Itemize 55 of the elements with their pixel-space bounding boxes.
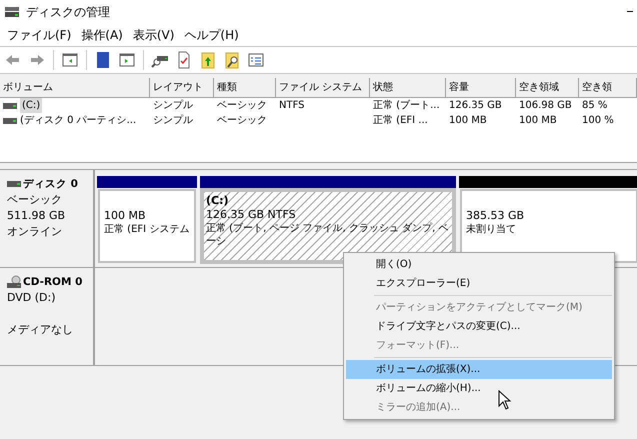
menu-item[interactable]: ヘルプ(H) xyxy=(179,26,244,44)
table-cell-text: ベーシック xyxy=(217,99,267,113)
table-cell-text: 126.35 GB xyxy=(449,99,502,113)
menu-item[interactable]: 表示(V) xyxy=(128,26,180,44)
disk-detail: ベーシック xyxy=(7,192,63,208)
context-menu-item[interactable]: エクスプローラー(E) xyxy=(346,274,612,293)
partition-box[interactable]: 100 MB 正常 (EFI システム xyxy=(98,189,196,263)
minimize-icon[interactable] xyxy=(627,11,633,13)
column-header[interactable]: 状態 xyxy=(370,78,446,98)
partition-size: 385.53 GB xyxy=(466,209,526,223)
app-icon xyxy=(4,6,20,18)
menu-item[interactable]: ファイル(F) xyxy=(2,26,76,44)
menu-item[interactable]: 操作(A) xyxy=(76,26,128,44)
table-cell-text: NTFS xyxy=(279,99,305,113)
column-header[interactable]: 種類 xyxy=(214,78,276,98)
disk-name: ディスク 0 xyxy=(23,177,78,192)
table-cell-text: ベーシック xyxy=(217,114,267,128)
table-cell-text: 100 MB xyxy=(519,114,557,128)
disk-detail: DVD (D:) xyxy=(7,290,57,306)
table-cell-text: 正常 (EFI ... xyxy=(373,114,428,128)
table-cell-text: (ディスク 0 パーティシ... xyxy=(20,114,136,128)
partition-label: (C:) xyxy=(206,194,229,208)
disk-info-panel[interactable]: ディスク 0 ベーシック 511.98 GB オンライン xyxy=(0,170,95,267)
table-cell-text: シンプル xyxy=(153,98,193,113)
column-header[interactable]: ファイル システム xyxy=(276,78,370,98)
partition-status: 正常 (ブート, ページ ファイル, クラッシュ ダンプ, ベーシ xyxy=(206,222,450,248)
partition-size: 100 MB xyxy=(104,209,147,223)
context-menu-item[interactable]: ボリュームの拡張(X)... xyxy=(346,360,612,379)
drive-icon xyxy=(3,116,17,124)
partition-status: 正常 (EFI システム xyxy=(104,223,190,236)
table-cell-text: 正常 (ブート... xyxy=(373,98,440,113)
disk-detail: メディアなし xyxy=(7,322,74,338)
column-header[interactable]: 空き領 xyxy=(579,78,637,98)
column-header[interactable]: レイアウト xyxy=(150,78,214,98)
window-title: ディスクの管理 xyxy=(26,4,110,21)
mouse-pointer-icon xyxy=(498,390,511,410)
column-header[interactable]: ボリューム xyxy=(0,78,150,98)
disk-detail: 511.98 GB xyxy=(7,208,66,224)
cd-drive-icon xyxy=(7,275,21,289)
column-header[interactable]: 空き領域 xyxy=(516,78,579,98)
partition-size: 126.35 GB NTFS xyxy=(206,208,297,222)
table-cell-text: 100 % xyxy=(582,114,614,128)
partition-status: 未割り当て xyxy=(466,223,517,236)
disk-name: CD-ROM 0 xyxy=(23,275,82,290)
disk-info-panel[interactable]: CD-ROM 0 DVD (D:) メディアなし xyxy=(0,268,95,365)
table-cell-text: シンプル xyxy=(153,114,193,128)
context-menu-item[interactable]: ドライブ文字とパスの変更(C)... xyxy=(346,317,612,336)
disk-detail: オンライン xyxy=(7,224,63,240)
table-cell-text: 85 % xyxy=(582,99,608,113)
column-header[interactable]: 容量 xyxy=(446,78,516,98)
table-cell-text: 100 MB xyxy=(449,114,487,128)
table-cell: (C:) xyxy=(20,98,42,113)
drive-icon xyxy=(3,102,17,110)
table-cell-text: 106.98 GB xyxy=(519,99,572,113)
context-menu-item[interactable]: ボリュームの縮小(H)... xyxy=(346,379,612,398)
